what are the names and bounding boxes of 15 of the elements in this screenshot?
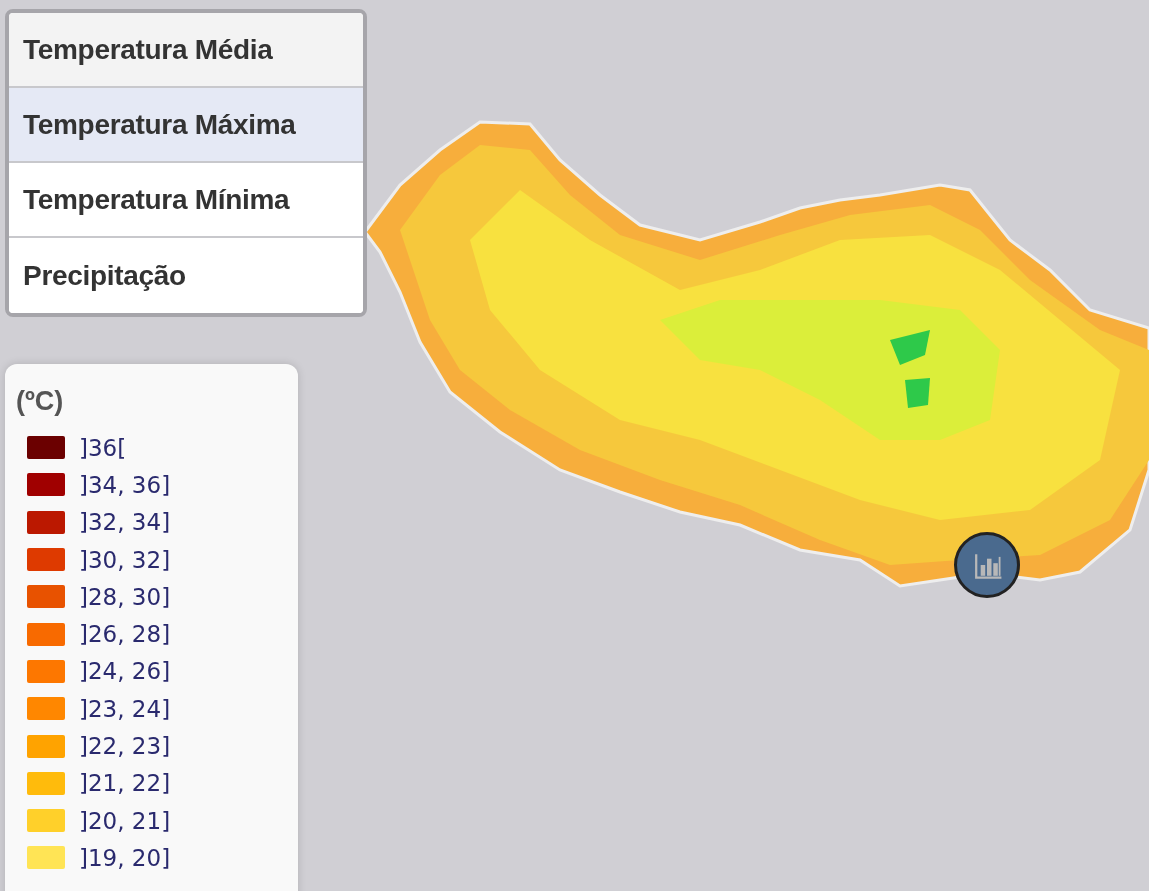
legend-label: ]34, 36] [79,471,171,498]
legend-label: ]32, 34] [79,509,171,536]
legend-label: ]24, 26] [79,658,171,685]
legend-label: ]30, 32] [79,546,171,573]
layer-menu-item[interactable]: Temperatura Média [9,13,363,88]
legend-label: ]22, 23] [79,733,171,759]
legend-title: (ºC) [16,386,65,417]
layer-menu-item[interactable]: Temperatura Máxima [9,88,363,163]
legend-label: ]28, 30] [79,583,171,610]
legend-label: ]23, 24] [79,695,171,722]
legend-label: ]36[ [79,434,127,461]
legend-label: ]19, 20] [79,844,171,871]
legend-label: ]26, 28] [79,621,171,648]
legend-label: ]21, 22] [79,770,171,797]
legend-label: ]20, 21] [79,807,171,834]
